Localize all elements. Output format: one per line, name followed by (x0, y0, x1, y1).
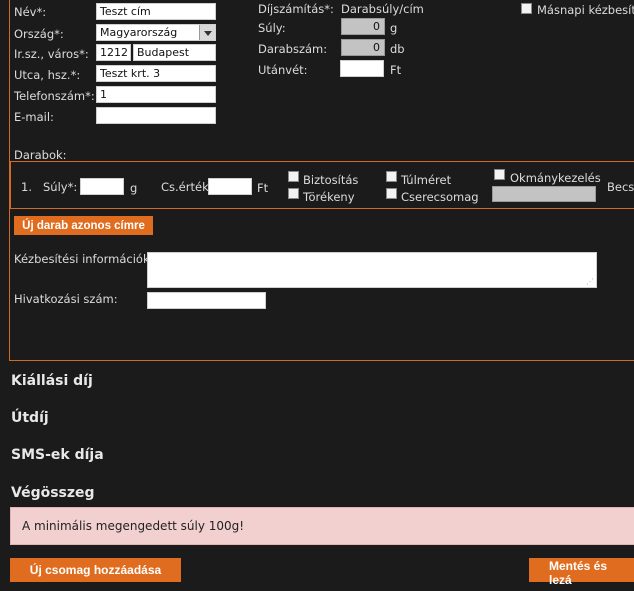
issue-fee-heading: Kiállási díj (11, 373, 93, 389)
save-and-close-button[interactable]: Mentés és lezá (529, 558, 634, 587)
add-package-button[interactable]: Új csomag hozzáadása (10, 558, 181, 582)
road-toll-heading: Útdíj (11, 410, 49, 426)
error-message: A minimális megengedett súly 100g! (22, 519, 245, 533)
sms-fee-heading: SMS-ek díja (11, 447, 104, 463)
package-panel (9, 0, 634, 361)
total-heading: Végösszeg (11, 485, 95, 501)
error-box: A minimális megengedett súly 100g! (10, 507, 634, 545)
